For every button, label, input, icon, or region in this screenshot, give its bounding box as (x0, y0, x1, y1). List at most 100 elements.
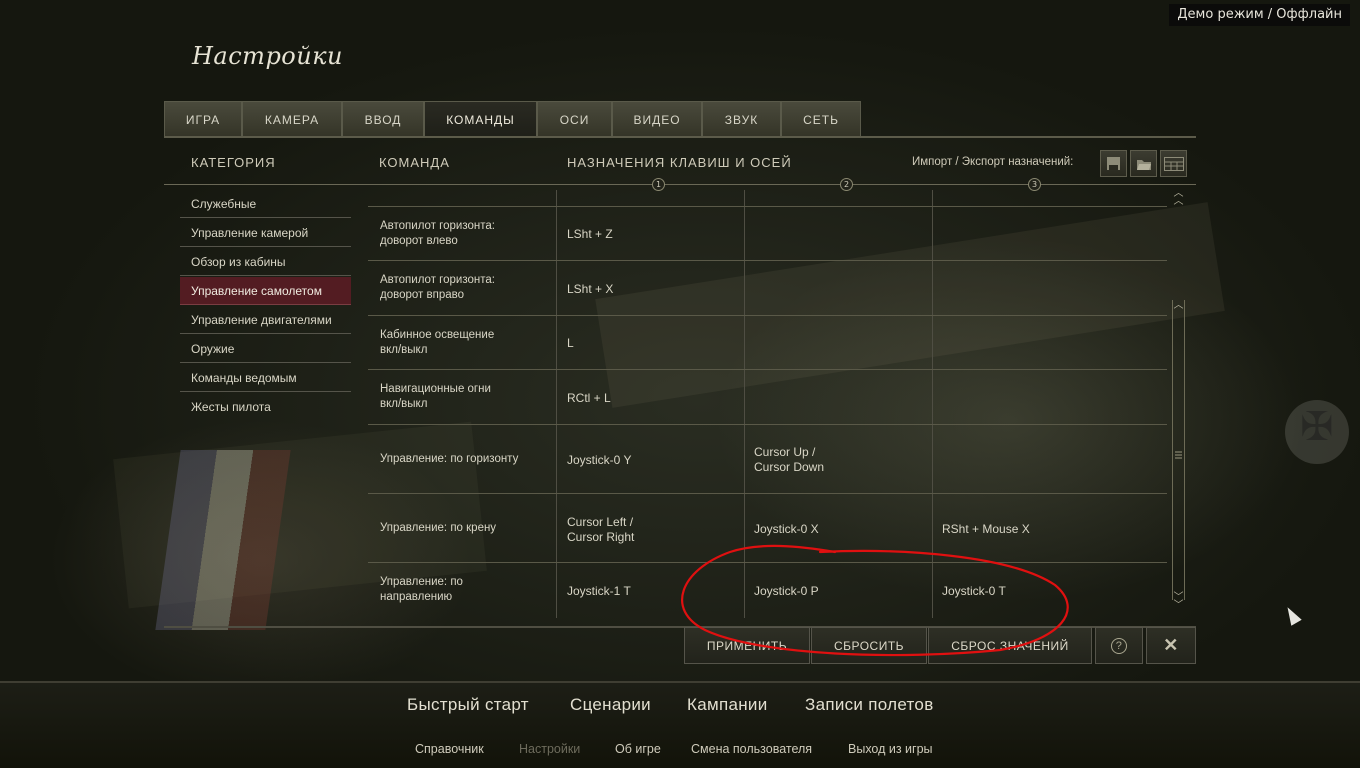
command-name[interactable]: Управление: по горизонту (380, 452, 550, 467)
command-name[interactable]: Управление: по направлению (380, 575, 550, 605)
command-line: Автопилот горизонта: (380, 274, 495, 286)
main-footer (0, 681, 1360, 768)
apply-button[interactable]: ПРИМЕНИТЬ (684, 627, 810, 664)
category-item-camera[interactable]: Управление камерой (180, 219, 351, 247)
nav-reference[interactable]: Справочник (415, 742, 484, 756)
binding-slot-1[interactable]: LSht + Z (567, 227, 613, 242)
binding-slot-2[interactable]: Joystick-0 P (754, 584, 819, 599)
row-divider (368, 369, 1167, 370)
reset-button[interactable]: СБРОСИТЬ (811, 627, 927, 664)
header-divider (164, 184, 1196, 185)
binding-slot-1[interactable]: Cursor Left / Cursor Right (567, 515, 634, 545)
binding-slot-1[interactable]: RCtl + L (567, 391, 611, 406)
category-item-aircraft-control[interactable]: Управление самолетом (180, 277, 351, 305)
command-name[interactable]: Кабинное освещение вкл/выкл (380, 328, 550, 358)
tab-network[interactable]: СЕТЬ (781, 101, 861, 138)
binding-slot-1[interactable]: Joystick-0 Y (567, 453, 631, 468)
binding-column-3-number: 3 (1028, 178, 1041, 191)
close-icon: ✕ (1163, 635, 1179, 655)
nav-exit[interactable]: Выход из игры (848, 742, 933, 756)
command-name[interactable]: Автопилот горизонта: доворот влево (380, 219, 550, 249)
row-divider (368, 493, 1167, 494)
nav-settings[interactable]: Настройки (519, 742, 580, 756)
folder-open-icon (1136, 159, 1151, 170)
category-item-wingmen[interactable]: Команды ведомым (180, 364, 351, 392)
row-divider (368, 260, 1167, 261)
keyboard-layout-icon (1163, 156, 1184, 171)
nav-campaigns[interactable]: Кампании (687, 695, 768, 715)
settings-tabs: ИГРА КАМЕРА ВВОД КОМАНДЫ ОСИ ВИДЕО ЗВУК … (164, 101, 861, 138)
row-divider (368, 206, 1167, 207)
command-line: Управление: по горизонту (380, 453, 519, 465)
binding-slot-3[interactable]: RSht + Mouse X (942, 522, 1030, 537)
row-divider (368, 315, 1167, 316)
command-line: Автопилот горизонта: (380, 220, 495, 232)
tab-video[interactable]: ВИДЕО (612, 101, 702, 138)
keyboard-layout-button[interactable] (1160, 150, 1187, 177)
binding-slot-3[interactable]: Joystick-0 T (942, 584, 1006, 599)
reset-values-button[interactable]: СБРОС ЗНАЧЕНИЙ (928, 627, 1092, 664)
page-title: Настройки (192, 42, 343, 70)
category-item-service[interactable]: Служебные (180, 190, 351, 218)
column-divider (556, 190, 557, 618)
binding-column-2-number: 2 (840, 178, 853, 191)
command-line: Навигационные огни (380, 383, 491, 395)
binding-line: Cursor Right (567, 530, 635, 544)
nav-quick-start[interactable]: Быстрый старт (407, 695, 529, 715)
category-item-pilot-gestures[interactable]: Жесты пилота (180, 393, 351, 421)
column-divider (932, 190, 933, 618)
binding-line: Cursor Left / (567, 515, 634, 529)
command-line: Управление: по (380, 576, 463, 588)
tab-input[interactable]: ВВОД (342, 101, 424, 138)
tab-axes[interactable]: ОСИ (537, 101, 612, 138)
scroll-up-arrow[interactable]: ︿ ︿ (1170, 189, 1187, 207)
command-name[interactable]: Управление: по крену (380, 521, 550, 536)
command-header: КОМАНДА (379, 155, 450, 170)
binding-slot-1[interactable]: LSht + X (567, 282, 613, 297)
background-wing (595, 202, 1225, 408)
binding-slot-2[interactable]: Joystick-0 X (754, 522, 819, 537)
command-line: доворот вправо (380, 289, 464, 301)
binding-slot-1[interactable]: Joystick-1 T (567, 584, 631, 599)
command-line: Управление: по крену (380, 522, 497, 534)
command-line: направлению (380, 591, 453, 603)
row-divider (368, 424, 1167, 425)
mouse-cursor (1282, 604, 1302, 626)
import-export-label: Импорт / Экспорт назначений: (912, 156, 1074, 168)
bindings-header: НАЗНАЧЕНИЯ КЛАВИШ И ОСЕЙ (567, 155, 792, 170)
binding-column-1-number: 1 (652, 178, 665, 191)
tab-sound[interactable]: ЗВУК (702, 101, 781, 138)
save-bindings-button[interactable] (1100, 150, 1127, 177)
tabs-divider (164, 136, 1196, 138)
iron-cross-emblem (1285, 400, 1349, 464)
binding-line: Cursor Down (754, 460, 825, 474)
tab-game[interactable]: ИГРА (164, 101, 242, 138)
category-header: КАТЕГОРИЯ (191, 155, 276, 170)
command-line: доворот влево (380, 235, 458, 247)
category-item-engines[interactable]: Управление двигателями (180, 306, 351, 334)
help-button[interactable]: ? (1095, 627, 1143, 664)
tab-commands[interactable]: КОМАНДЫ (424, 101, 537, 138)
scroll-down-arrow[interactable]: ﹀ ﹀ (1170, 593, 1187, 611)
nav-flight-records[interactable]: Записи полетов (805, 695, 934, 715)
command-name[interactable]: Навигационные огни вкл/выкл (380, 382, 550, 412)
scrollbar-thumb[interactable] (1171, 440, 1186, 470)
category-item-weapons[interactable]: Оружие (180, 335, 351, 363)
load-bindings-button[interactable] (1130, 150, 1157, 177)
save-icon (1107, 157, 1120, 170)
tab-camera[interactable]: КАМЕРА (242, 101, 342, 138)
command-line: вкл/выкл (380, 344, 428, 356)
close-button[interactable]: ✕ (1146, 627, 1196, 664)
row-divider (368, 562, 1167, 563)
nav-about[interactable]: Об игре (615, 742, 661, 756)
command-line: Кабинное освещение (380, 329, 495, 341)
binding-slot-2[interactable]: Cursor Up / Cursor Down (754, 445, 824, 475)
help-icon: ? (1111, 637, 1127, 654)
binding-slot-1[interactable]: L (567, 336, 574, 351)
binding-line: Cursor Up / (754, 445, 816, 459)
command-name[interactable]: Автопилот горизонта: доворот вправо (380, 273, 550, 303)
column-divider (744, 190, 745, 618)
nav-scenarios[interactable]: Сценарии (570, 695, 651, 715)
nav-change-user[interactable]: Смена пользователя (691, 742, 812, 756)
category-item-cockpit-view[interactable]: Обзор из кабины (180, 248, 351, 276)
